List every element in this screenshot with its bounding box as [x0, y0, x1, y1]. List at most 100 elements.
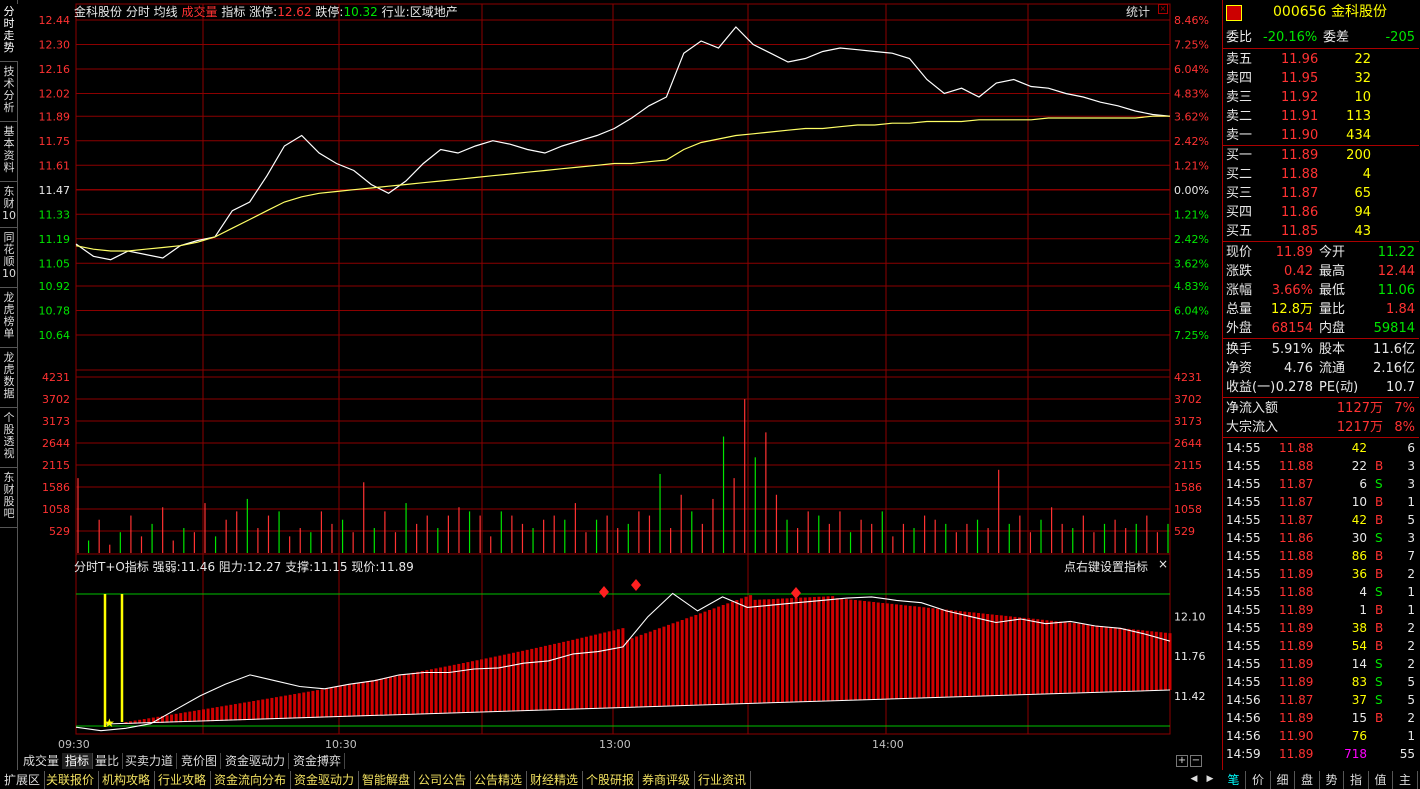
bid-row-3[interactable]: 买四 11.86 94 [1223, 203, 1419, 222]
scroll-right-icon[interactable]: ▶ [1204, 774, 1216, 786]
zoom-in-icon[interactable]: + [1176, 755, 1188, 767]
tick-time: 14:56 [1226, 729, 1261, 743]
bid-row-4[interactable]: 买五 11.85 43 [1223, 222, 1419, 241]
left-tab-2[interactable]: 基 本 资 料 [0, 124, 18, 182]
global-tab-12[interactable]: 行业资讯 [694, 771, 752, 789]
indicator-settings-hint: 点右键设置指标 [1064, 560, 1149, 574]
global-tab-6[interactable]: 智能解盘 [358, 771, 416, 789]
stats-button[interactable]: 统计 [1126, 3, 1150, 20]
tick-row: 14:55 11.89 38 B 2 [1223, 619, 1419, 637]
chart-tab-6[interactable]: 资金搏弈 [290, 753, 346, 769]
header-mode-1[interactable]: 均线 [150, 5, 178, 19]
chart-tab-5[interactable]: 资金驱动力 [222, 753, 290, 769]
bid-row-1[interactable]: 买二 11.88 4 [1223, 165, 1419, 184]
fund-label: 换手 [1226, 342, 1253, 357]
chart-tab-0[interactable]: 成交量 [20, 753, 64, 769]
bid-row-0[interactable]: 买一 11.89 200 [1223, 146, 1419, 165]
tick-time: 14:55 [1226, 441, 1261, 455]
tick-time: 14:55 [1226, 513, 1261, 527]
ask-row-3[interactable]: 卖二 11.91 113 [1223, 107, 1419, 126]
quote-tab-1[interactable]: 价 [1247, 771, 1271, 789]
left-tab-7[interactable]: 个 股 透 视 [0, 410, 18, 468]
quote-tab-0[interactable]: 笔 [1222, 771, 1246, 789]
tick-direction: B [1375, 495, 1384, 509]
tick-time: 14:55 [1226, 603, 1261, 617]
flow-row-1: 大宗流入 1217万 8% [1223, 418, 1419, 437]
chart-tab-1[interactable]: 指标 [62, 753, 94, 769]
global-tab-7[interactable]: 公司公告 [414, 771, 472, 789]
global-tab-10[interactable]: 个股研报 [582, 771, 640, 789]
quote-tab-3[interactable]: 盘 [1296, 771, 1320, 789]
close-icon[interactable]: × [1158, 4, 1168, 14]
chart-tab-3[interactable]: 买卖力道 [122, 753, 178, 769]
quote-label: 最低 [1319, 283, 1346, 298]
fund-row-2: 收益(一) 0.278 PE(动) 10.7 [1223, 378, 1419, 397]
quote-value: 12.44 [1377, 264, 1415, 279]
global-tab-0[interactable]: 扩展区 [0, 771, 46, 789]
ask-row-0[interactable]: 卖五 11.96 22 [1223, 50, 1419, 69]
fund-label: 收益(一) [1226, 380, 1276, 395]
tick-count: 2 [1407, 657, 1415, 671]
tick-row: 14:55 11.89 14 S 2 [1223, 655, 1419, 673]
tick-volume: 718 [1344, 747, 1367, 761]
left-tab-4[interactable]: 同 花 顺 10 [0, 230, 18, 288]
tick-volume: 37 [1351, 693, 1367, 707]
tick-time: 14:56 [1226, 693, 1261, 707]
ask-row-2[interactable]: 卖三 11.92 10 [1223, 88, 1419, 107]
book-volume: 4 [1362, 167, 1371, 182]
left-tab-1[interactable]: 技 术 分 析 [0, 64, 18, 122]
scroll-left-icon[interactable]: ◀ [1188, 774, 1200, 786]
left-tab-5[interactable]: 龙 虎 榜 单 [0, 290, 18, 348]
resistance-label: 阻力: [218, 560, 247, 574]
global-tab-5[interactable]: 资金驱动力 [290, 771, 360, 789]
left-tab-6[interactable]: 龙 虎 数 据 [0, 350, 18, 408]
book-label: 买一 [1226, 148, 1253, 163]
price-tick-label: 11.61 [39, 159, 71, 172]
book-volume: 22 [1354, 52, 1371, 67]
tick-time: 14:55 [1226, 567, 1261, 581]
chart-area[interactable]: 12.44 8.46% 12.30 7.25% 12.16 6.04% 12.02 4.83%… [18, 0, 1220, 770]
left-tab-3[interactable]: 东 财 10 [0, 184, 18, 228]
quote-tab-4[interactable]: 势 [1320, 771, 1344, 789]
book-volume: 113 [1346, 109, 1371, 124]
global-tab-1[interactable]: 关联报价 [42, 771, 100, 789]
header-mode-0[interactable]: 分时 [126, 5, 150, 19]
time-tick-label: 13:00 [599, 738, 631, 751]
global-tab-9[interactable]: 财经精选 [526, 771, 584, 789]
global-tab-8[interactable]: 公告精选 [470, 771, 528, 789]
global-tab-4[interactable]: 资金流向分布 [210, 771, 292, 789]
header-mode-3[interactable]: 指标 [218, 5, 245, 19]
volume-tick-label: 1586 [42, 481, 70, 494]
indicator-close-icon[interactable]: × [1158, 557, 1168, 571]
zoom-out-icon[interactable]: − [1190, 755, 1202, 767]
header-mode-2[interactable]: 成交量 [178, 5, 218, 19]
book-volume: 200 [1346, 148, 1371, 163]
global-tab-11[interactable]: 券商评级 [638, 771, 696, 789]
quote-tab-2[interactable]: 细 [1271, 771, 1295, 789]
global-tab-3[interactable]: 行业攻略 [154, 771, 212, 789]
bid-row-2[interactable]: 买三 11.87 65 [1223, 184, 1419, 203]
quote-tab-7[interactable]: 主 [1394, 771, 1418, 789]
quote-row-1: 涨跌 0.42 最高 12.44 [1223, 262, 1419, 281]
chart-tab-4[interactable]: 竞价图 [178, 753, 222, 769]
book-price: 11.86 [1281, 205, 1319, 220]
volume-tick-label-right: 4231 [1174, 371, 1202, 384]
book-label: 买五 [1226, 224, 1253, 239]
left-tab-8[interactable]: 东 财 股 吧 [0, 470, 18, 528]
quote-tab-6[interactable]: 值 [1369, 771, 1393, 789]
left-tab-0[interactable]: 分 时 走 势 [0, 4, 18, 62]
book-volume: 65 [1354, 186, 1371, 201]
price-tick-label: 11.05 [39, 257, 71, 270]
quote-tab-5[interactable]: 指 [1345, 771, 1369, 789]
fund-value: 4.76 [1284, 361, 1313, 376]
ask-row-4[interactable]: 卖一 11.90 434 [1223, 126, 1419, 145]
volume-tick-label: 1058 [42, 503, 70, 516]
price-tick-label: 12.44 [39, 14, 71, 27]
tick-count: 5 [1407, 513, 1415, 527]
ask-row-1[interactable]: 卖四 11.95 32 [1223, 69, 1419, 88]
tick-price: 11.89 [1279, 603, 1314, 617]
support-value: 11.15 [313, 560, 348, 574]
tick-row: 14:55 11.87 6 S 3 [1223, 475, 1419, 493]
chart-tab-2[interactable]: 量比 [92, 753, 124, 769]
global-tab-2[interactable]: 机构攻略 [98, 771, 156, 789]
